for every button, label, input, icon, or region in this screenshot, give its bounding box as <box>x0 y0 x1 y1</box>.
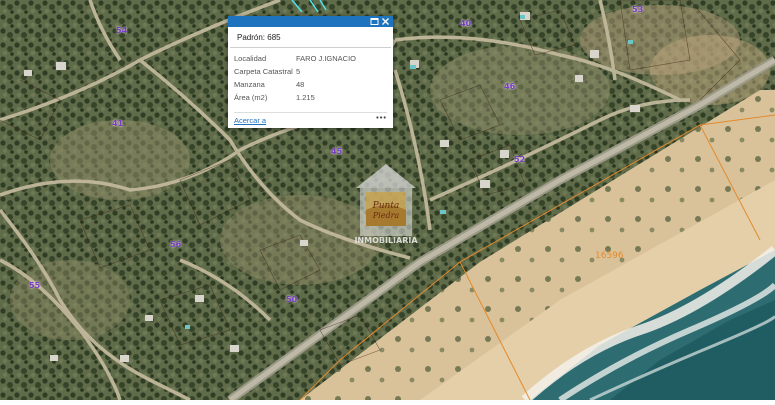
table-row: Manzana 48 <box>234 78 356 91</box>
field-value: 5 <box>296 67 301 76</box>
field-value: FARO J.IGNACIO <box>296 54 357 63</box>
block-label-41: 41 <box>112 119 124 128</box>
zoom-to-link[interactable]: Acercar a <box>234 116 266 125</box>
watermark-text: INMOBILIARIA <box>354 236 418 245</box>
field-key: Localidad <box>234 54 267 63</box>
popup-title: Padrón: 685 <box>230 27 391 48</box>
parcel-number-label: 16596 <box>595 251 624 261</box>
field-key: Carpeta Catastral <box>234 67 293 76</box>
block-label-56: 56 <box>170 240 182 249</box>
popup-titlebar <box>228 16 393 27</box>
block-label-45: 45 <box>331 147 343 156</box>
house-logo-icon: Punta Piedra <box>356 164 416 236</box>
block-label-46: 46 <box>504 82 516 91</box>
field-value: 1.215 <box>296 93 315 102</box>
field-key: Área (m2) <box>234 93 268 102</box>
block-label-55: 55 <box>29 281 41 290</box>
svg-text:Punta: Punta <box>372 201 400 211</box>
block-label-50: 50 <box>286 295 298 304</box>
attribute-table: Localidad FARO J.IGNACIO Carpeta Catastr… <box>234 52 356 104</box>
parcel-info-popup: Padrón: 685 Localidad FARO J.IGNACIO Car… <box>228 16 393 128</box>
block-label-40: 40 <box>460 19 472 28</box>
table-row: Carpeta Catastral 5 <box>234 65 356 78</box>
table-row: Localidad FARO J.IGNACIO <box>234 52 356 65</box>
popup-footer: Acercar a ••• <box>234 112 387 125</box>
inmobiliaria-watermark: Punta Piedra INMOBILIARIA <box>352 160 420 246</box>
field-key: Manzana <box>234 80 265 89</box>
padron-label: Padrón: <box>237 33 266 42</box>
more-options-icon[interactable]: ••• <box>376 113 387 122</box>
block-label-53: 53 <box>632 5 644 14</box>
table-row: Área (m2) 1.215 <box>234 91 356 104</box>
padron-value: 685 <box>267 33 281 42</box>
field-value: 48 <box>296 80 305 89</box>
block-label-54a: 54 <box>116 26 128 35</box>
maximize-icon[interactable] <box>370 17 379 26</box>
close-icon[interactable] <box>381 17 390 26</box>
block-label-52: 52 <box>514 155 526 164</box>
svg-text:Piedra: Piedra <box>372 211 400 220</box>
